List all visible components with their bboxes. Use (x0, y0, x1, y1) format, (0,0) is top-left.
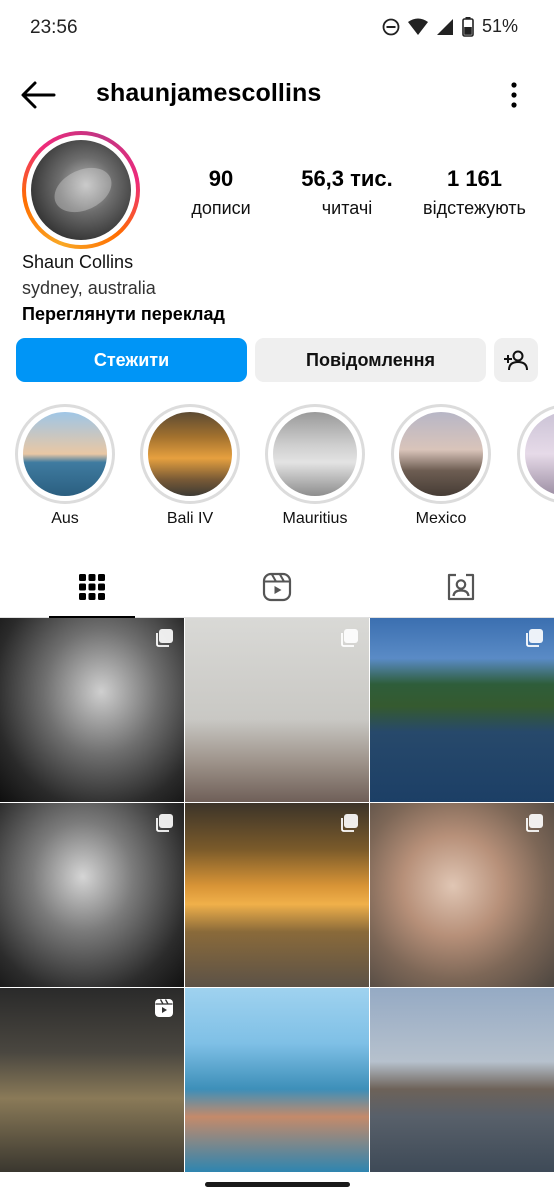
profile-location: sydney, australia (22, 278, 156, 298)
suggested-users-button[interactable] (494, 338, 538, 382)
arrow-left-icon (21, 81, 56, 109)
reel-icon (155, 999, 173, 1017)
tab-reels[interactable] (234, 556, 320, 618)
highlight-cover (148, 412, 232, 496)
highlight-item[interactable]: Bali IV (135, 404, 245, 528)
carousel-icon (156, 629, 173, 647)
highlight-label: Mexico (415, 510, 467, 527)
post-thumbnail[interactable] (0, 803, 184, 987)
highlight-cover (399, 412, 483, 496)
back-button[interactable] (18, 78, 58, 112)
followers-stat[interactable]: 56,3 тис. читачі (287, 164, 407, 222)
profile-header: shaunjamescollins (0, 70, 554, 120)
grid-icon (79, 574, 105, 600)
post-thumbnail[interactable] (370, 988, 554, 1172)
signal-icon (436, 18, 454, 36)
post-thumbnail[interactable] (370, 618, 554, 802)
wifi-icon (407, 18, 428, 36)
post-thumbnail[interactable] (0, 618, 184, 802)
profile-bio: Shaun Collins sydney, australia Переглян… (22, 250, 225, 326)
posts-stat: 90 дописи (176, 164, 266, 222)
post-thumbnail[interactable] (185, 618, 369, 802)
highlight-label: I (512, 510, 554, 528)
status-bar: 23:56 51% (0, 0, 554, 56)
battery-icon (462, 16, 474, 37)
post-thumbnail[interactable] (370, 803, 554, 987)
followers-label: читачі (321, 198, 373, 218)
status-time: 23:56 (30, 17, 78, 38)
carousel-icon (526, 814, 543, 832)
profile-display-name: Shaun Collins (22, 252, 134, 272)
highlight-cover (273, 412, 357, 496)
tagged-icon (447, 573, 475, 601)
posts-grid (0, 618, 554, 1172)
see-translation-link[interactable]: Переглянути переклад (22, 302, 225, 326)
carousel-icon (341, 629, 358, 647)
post-thumbnail[interactable] (185, 803, 369, 987)
dnd-icon (382, 18, 400, 36)
post-thumbnail[interactable] (185, 988, 369, 1172)
status-icons: 51% (382, 16, 518, 37)
avatar (31, 140, 131, 240)
post-thumbnail[interactable] (0, 988, 184, 1172)
more-options-button[interactable] (504, 80, 524, 110)
carousel-icon (156, 814, 173, 832)
highlight-item[interactable]: Mexico (386, 404, 496, 528)
carousel-icon (341, 814, 358, 832)
followers-count: 56,3 тис. (301, 166, 393, 191)
posts-count: 90 (208, 166, 234, 191)
battery-percent: 51% (481, 16, 518, 36)
following-stat[interactable]: 1 161 відстежують (412, 164, 537, 222)
message-button[interactable]: Повідомлення (255, 338, 486, 382)
add-user-icon (504, 350, 528, 371)
profile-username: shaunjamescollins (96, 79, 322, 107)
posts-label: дописи (191, 198, 251, 218)
follow-button[interactable]: Стежити (16, 338, 247, 382)
highlight-label: Bali IV (166, 510, 214, 527)
highlight-item[interactable]: Aus (10, 404, 120, 528)
story-ring[interactable] (22, 131, 140, 249)
highlight-item[interactable]: I (512, 404, 554, 528)
highlight-label: Mauritius (282, 510, 348, 527)
story-highlights: Aus Bali IV Mauritius Mexico I (0, 404, 554, 534)
home-indicator[interactable] (205, 1182, 350, 1187)
highlight-cover (23, 412, 107, 496)
tab-tagged[interactable] (418, 556, 504, 618)
highlight-cover (525, 412, 554, 496)
tab-posts-grid[interactable] (49, 556, 135, 618)
highlight-label: Aus (51, 510, 79, 527)
profile-tabs (0, 556, 554, 618)
carousel-icon (526, 629, 543, 647)
highlight-item[interactable]: Mauritius (260, 404, 370, 528)
more-vertical-icon (511, 82, 517, 108)
following-count: 1 161 (446, 166, 503, 191)
reels-icon (262, 572, 292, 602)
following-label: відстежують (423, 198, 526, 218)
